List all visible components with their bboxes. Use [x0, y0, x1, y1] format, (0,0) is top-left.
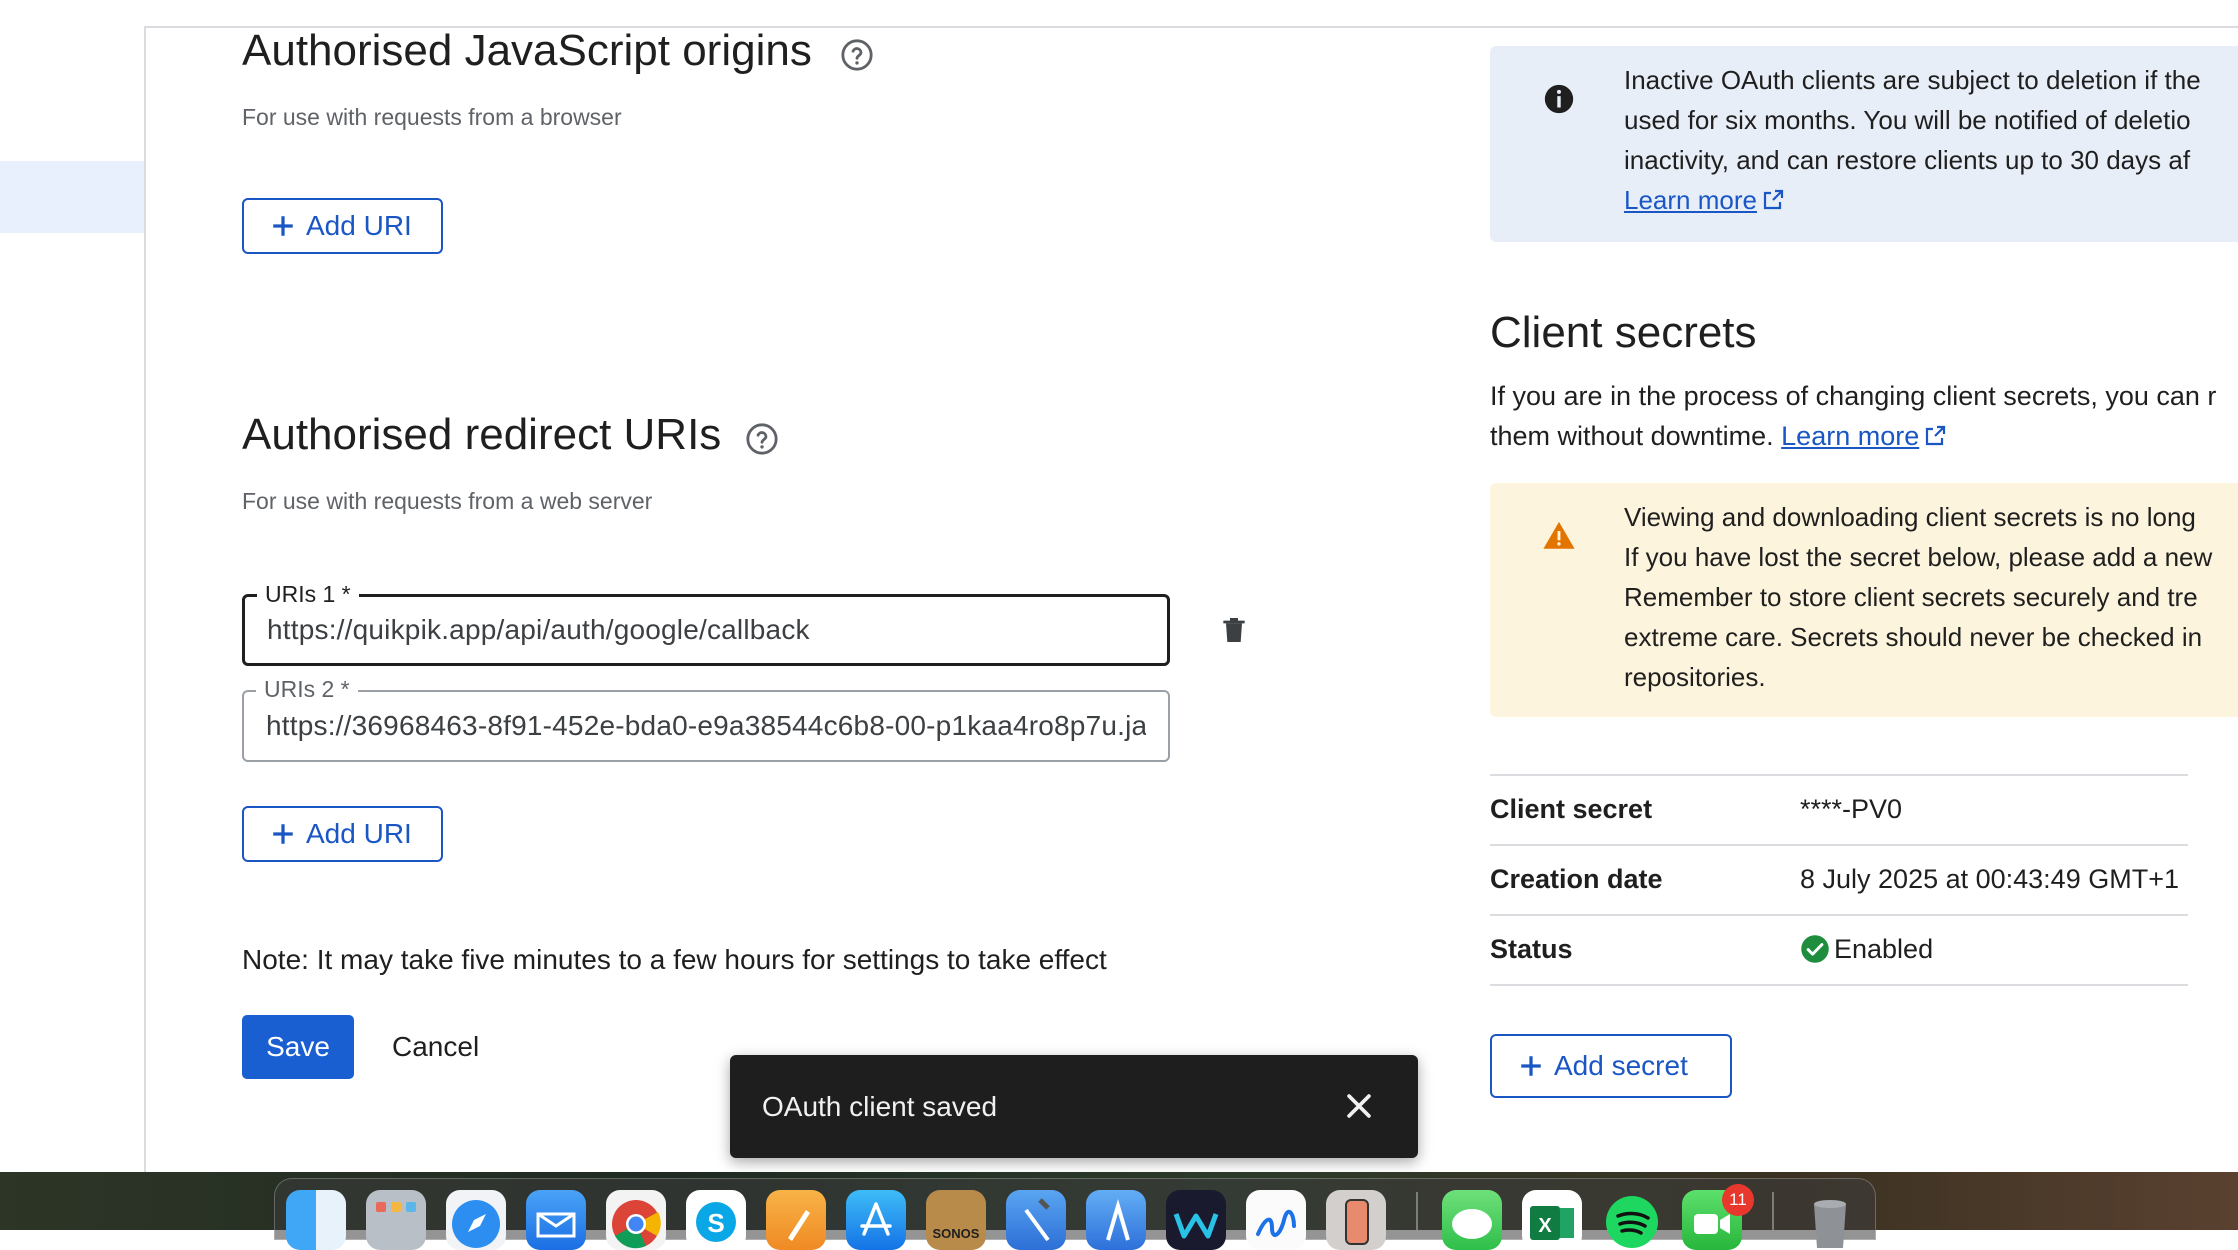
- save-button[interactable]: Save: [242, 1015, 354, 1079]
- trash-icon[interactable]: [1800, 1190, 1860, 1250]
- spotify-icon[interactable]: [1602, 1190, 1662, 1250]
- status-value: Enabled: [1834, 933, 1934, 964]
- add-uri-label: Add URI: [306, 210, 412, 241]
- dock-separator: [1416, 1192, 1418, 1230]
- add-secret-button[interactable]: Add secret: [1490, 1034, 1732, 1098]
- table-divider: [1490, 984, 2188, 986]
- svg-text:S: S: [707, 1208, 724, 1238]
- delete-icon[interactable]: [1218, 614, 1250, 646]
- secrets-warning: Viewing and downloading client secrets i…: [1490, 483, 2238, 717]
- snackbar: OAuth client saved: [730, 1055, 1418, 1158]
- xcode-icon[interactable]: [1006, 1190, 1066, 1250]
- plus-icon: [273, 824, 293, 844]
- inactive-clients-info: Inactive OAuth clients are subject to de…: [1490, 46, 2238, 242]
- redirect-uri-field-1[interactable]: URIs 1 * https://quikpik.app/api/auth/go…: [242, 581, 1170, 666]
- warning-line: repositories.: [1624, 662, 1766, 692]
- add-secret-label: Add secret: [1554, 1050, 1688, 1081]
- learn-more-link[interactable]: Learn more: [1781, 421, 1919, 451]
- snackbar-message: OAuth client saved: [762, 1090, 998, 1122]
- warning-line: Viewing and downloading client secrets i…: [1624, 502, 2196, 532]
- row-key: Client secret: [1490, 793, 1653, 824]
- add-js-origin-button[interactable]: Add URI: [242, 198, 443, 254]
- add-redirect-uri-button[interactable]: Add URI: [242, 806, 443, 862]
- left-navigation: [0, 0, 146, 1172]
- info-icon: [1544, 84, 1574, 114]
- pages-icon[interactable]: [766, 1190, 826, 1250]
- launchpad-icon[interactable]: [366, 1190, 426, 1250]
- warning-text: Viewing and downloading client secrets i…: [1624, 497, 2212, 697]
- messages-icon[interactable]: [1442, 1190, 1502, 1250]
- js-origins-subtitle: For use with requests from a browser: [242, 104, 622, 130]
- simulator-icon[interactable]: [1086, 1190, 1146, 1250]
- help-icon[interactable]: [840, 38, 874, 72]
- row-value: Enabled: [1800, 916, 1933, 982]
- warning-line: Remember to store client secrets securel…: [1624, 582, 2198, 612]
- external-link-icon: [1763, 189, 1784, 210]
- sonos-label: SONOS: [932, 1226, 980, 1241]
- info-line: Inactive OAuth clients are subject to de…: [1624, 65, 2201, 95]
- dock-separator: [1772, 1192, 1774, 1230]
- top-bar: [144, 0, 2238, 28]
- js-origins-title: Authorised JavaScript origins: [242, 26, 812, 75]
- cancel-button[interactable]: Cancel: [376, 1015, 495, 1079]
- row-value: 8 July 2025 at 00:43:49 GMT+1: [1800, 863, 2179, 894]
- field-value: https://36968463-8f91-452e-bda0-e9a38544…: [266, 710, 1146, 741]
- close-icon[interactable]: [1342, 1089, 1376, 1123]
- help-icon[interactable]: [745, 422, 779, 456]
- description-line: If you are in the process of changing cl…: [1490, 381, 2217, 411]
- app-store-icon[interactable]: [846, 1190, 906, 1250]
- row-key: Creation date: [1490, 863, 1663, 894]
- skype-icon[interactable]: S: [686, 1190, 746, 1250]
- finder-icon[interactable]: [286, 1190, 346, 1250]
- external-link-icon: [1926, 425, 1946, 446]
- plus-icon: [273, 216, 293, 236]
- mail-icon[interactable]: [526, 1190, 586, 1250]
- excel-icon[interactable]: X: [1522, 1190, 1582, 1250]
- row-key: Status: [1490, 933, 1573, 964]
- sonos-icon[interactable]: SONOS: [926, 1190, 986, 1250]
- warning-line: extreme care. Secrets should never be ch…: [1624, 622, 2203, 652]
- redirect-uri-field-2[interactable]: URIs 2 * https://36968463-8f91-452e-bda0…: [242, 676, 1170, 762]
- chrome-icon[interactable]: [606, 1190, 666, 1250]
- info-line: inactivity, and can restore clients up t…: [1624, 145, 2191, 175]
- redirect-uris-subtitle: For use with requests from a web server: [242, 488, 653, 514]
- description-line: them without downtime.: [1490, 421, 1774, 451]
- client-secret-row: Client secret ****-PV0: [1490, 774, 2188, 842]
- nav-selected-item[interactable]: [0, 161, 144, 233]
- warning-line: If you have lost the secret below, pleas…: [1624, 542, 2213, 572]
- client-secrets-description: If you are in the process of changing cl…: [1490, 376, 2216, 456]
- add-uri-label: Add URI: [306, 818, 412, 849]
- field-value: https://quikpik.app/api/auth/google/call…: [267, 614, 810, 645]
- redirect-uris-title: Authorised redirect URIs: [242, 410, 722, 459]
- row-value: ****-PV0: [1800, 793, 1903, 824]
- plus-icon: [1521, 1056, 1541, 1076]
- notification-badge: 11: [1722, 1184, 1754, 1216]
- check-circle-icon: [1801, 935, 1829, 963]
- info-text: Inactive OAuth clients are subject to de…: [1624, 60, 2201, 220]
- learn-more-link[interactable]: Learn more: [1624, 185, 1757, 215]
- warning-icon: [1543, 521, 1575, 549]
- creation-date-row: Creation date 8 July 2025 at 00:43:49 GM…: [1490, 844, 2188, 912]
- svg-text:X: X: [1538, 1215, 1552, 1237]
- freeform-icon[interactable]: [1246, 1190, 1306, 1250]
- iphone-mirroring-icon[interactable]: [1326, 1190, 1386, 1250]
- safari-icon[interactable]: [446, 1190, 506, 1250]
- client-secrets-title: Client secrets: [1490, 308, 1757, 357]
- info-line: used for six months. You will be notifie…: [1624, 105, 2191, 135]
- webex-icon[interactable]: [1166, 1190, 1226, 1250]
- status-row: Status Enabled: [1490, 914, 2188, 982]
- settings-note: Note: It may take five minutes to a few …: [242, 944, 1107, 975]
